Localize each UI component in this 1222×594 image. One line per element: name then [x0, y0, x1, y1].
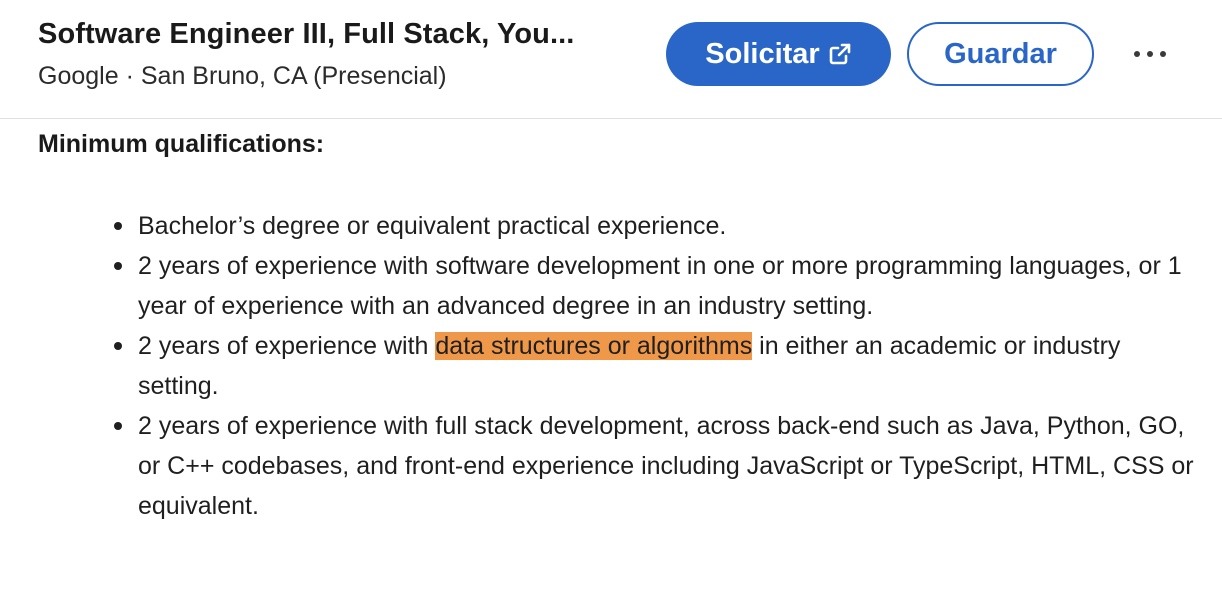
job-header: Software Engineer III, Full Stack, You..… — [0, 0, 1222, 119]
job-location: San Bruno, CA (Presencial) — [140, 62, 447, 90]
qualifications-list: Bachelor’s degree or equivalent practica… — [114, 206, 1198, 526]
more-options-icon-dot — [1160, 51, 1166, 57]
apply-button-label: Solicitar — [705, 37, 820, 70]
more-options-icon — [1134, 51, 1140, 57]
separator: · — [125, 62, 134, 90]
more-options-button[interactable] — [1118, 30, 1182, 78]
apply-button[interactable]: Solicitar — [666, 22, 891, 86]
job-subtitle: Google · San Bruno, CA (Presencial) — [38, 62, 447, 91]
list-item: 2 years of experience with software deve… — [114, 246, 1198, 326]
list-item: Bachelor’s degree or equivalent practica… — [114, 206, 1198, 246]
list-item: 2 years of experience with data structur… — [114, 326, 1198, 406]
highlighted-text: data structures or algorithms — [435, 332, 753, 360]
section-heading: Minimum qualifications: — [38, 130, 325, 158]
list-item: 2 years of experience with full stack de… — [114, 406, 1198, 526]
more-options-icon-dot — [1147, 51, 1153, 57]
job-title[interactable]: Software Engineer III, Full Stack, You..… — [38, 18, 574, 51]
save-button-label: Guardar — [944, 37, 1057, 70]
save-button[interactable]: Guardar — [907, 22, 1094, 86]
company-name[interactable]: Google — [38, 62, 119, 90]
list-item-text: 2 years of experience with — [138, 332, 436, 360]
external-link-icon — [829, 43, 851, 65]
